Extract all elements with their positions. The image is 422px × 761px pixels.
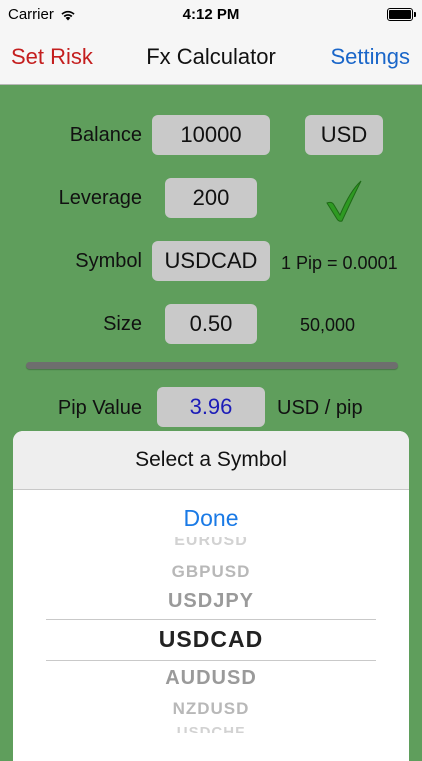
symbol-picker-sheet: Select a Symbol Done EURUSD GBPUSD USDJP… [13,431,409,761]
pip-value-field: 3.96 [157,387,265,427]
pip-size-text: 1 Pip = 0.0001 [281,253,398,273]
checkmark-icon [326,180,362,222]
picker-option[interactable]: USDJPY [13,590,409,613]
picker-option[interactable]: EURUSD [13,537,409,549]
symbol-label: Symbol [75,250,142,272]
settings-button[interactable]: Settings [331,44,411,70]
size-label: Size [103,313,142,335]
size-field[interactable]: 0.50 [165,304,257,344]
picker-option[interactable]: AUDUSD [13,667,409,690]
symbol-field[interactable]: USDCAD [152,241,270,281]
units-text: 50,000 [300,315,356,335]
picker-option[interactable]: USDCHF [13,723,409,733]
battery-icon [387,8,416,21]
status-time: 4:12 PM [182,6,240,23]
picker-selection-top [46,619,376,620]
leverage-field[interactable]: 200 [165,178,257,218]
pip-value-unit: USD / pip [277,397,363,419]
picker-option-selected[interactable]: USDCAD [13,626,409,653]
navigation-bar: Set Risk Fx Calculator Settings [0,32,422,85]
currency-button[interactable]: USD [305,115,383,155]
balance-label: Balance [69,124,142,146]
picker-selection-bottom [46,660,376,661]
status-bar: Carrier 4:12 PM [0,0,422,32]
pip-value-label: Pip Value [57,397,142,419]
done-button[interactable]: Done [13,505,409,532]
balance-field[interactable]: 10000 [152,115,270,155]
divider [26,362,398,369]
picker-option[interactable]: NZDUSD [13,699,409,719]
leverage-label: Leverage [58,187,142,209]
picker-option[interactable]: GBPUSD [13,562,409,582]
sheet-title: Select a Symbol [13,431,409,490]
